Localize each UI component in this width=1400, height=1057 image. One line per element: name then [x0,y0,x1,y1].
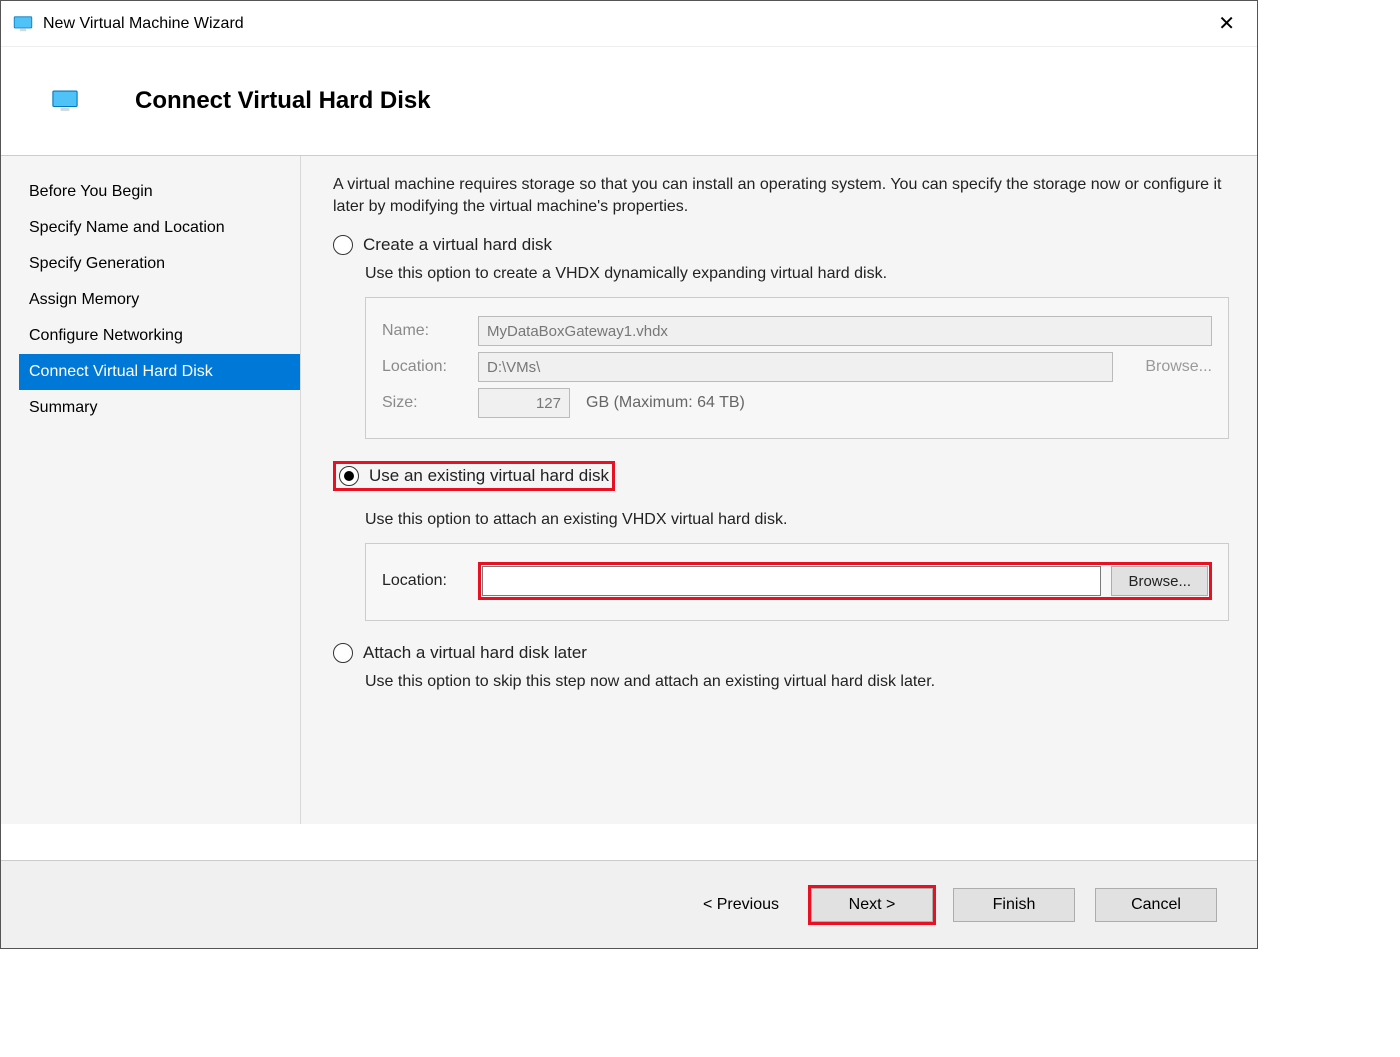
option-create-desc: Use this option to create a VHDX dynamic… [365,265,1229,283]
option-existing-desc: Use this option to attach an existing VH… [365,511,1229,529]
next-button[interactable]: Next > [811,888,933,922]
create-browse-button: Browse... [1145,358,1212,376]
page-title: Connect Virtual Hard Disk [135,87,431,115]
finish-button[interactable]: Finish [953,888,1075,922]
option-later-desc: Use this option to skip this step now an… [365,673,1229,691]
step-summary[interactable]: Summary [19,390,300,426]
wizard-body: Before You Begin Specify Name and Locati… [1,156,1257,824]
create-name-input [478,316,1212,346]
step-specify-generation[interactable]: Specify Generation [19,246,300,282]
previous-button[interactable]: < Previous [691,890,791,920]
create-fields: Name: Location: Browse... Size: GB (Maxi… [365,297,1229,439]
create-location-input [478,352,1113,382]
step-specify-name-location[interactable]: Specify Name and Location [19,210,300,246]
step-assign-memory[interactable]: Assign Memory [19,282,300,318]
close-button[interactable]: ✕ [1208,7,1245,40]
titlebar: New Virtual Machine Wizard ✕ [1,1,1257,47]
wizard-header: Connect Virtual Hard Disk [1,47,1257,155]
step-configure-networking[interactable]: Configure Networking [19,318,300,354]
header-icon [51,90,79,112]
option-later-row[interactable]: Attach a virtual hard disk later [333,643,1229,663]
option-later-label: Attach a virtual hard disk later [363,643,587,663]
option-existing-label: Use an existing virtual hard disk [369,466,609,486]
step-connect-virtual-hard-disk[interactable]: Connect Virtual Hard Disk [19,354,300,390]
wizard-steps-sidebar: Before You Begin Specify Name and Locati… [1,156,301,824]
option-create-label: Create a virtual hard disk [363,235,552,255]
radio-create[interactable] [333,235,353,255]
existing-browse-button[interactable]: Browse... [1111,566,1208,596]
wizard-footer: < Previous Next > Finish Cancel [1,860,1257,948]
existing-location-label: Location: [382,572,468,590]
option-create-row[interactable]: Create a virtual hard disk [333,235,1229,255]
wizard-content: A virtual machine requires storage so th… [301,156,1257,824]
radio-use-existing[interactable] [339,466,359,486]
create-size-input [478,388,570,418]
intro-text: A virtual machine requires storage so th… [333,174,1229,217]
app-icon [13,16,33,32]
existing-location-input[interactable] [482,566,1101,596]
window-title: New Virtual Machine Wizard [43,15,1208,33]
create-size-label: Size: [382,394,468,412]
step-before-you-begin[interactable]: Before You Begin [19,174,300,210]
cancel-button[interactable]: Cancel [1095,888,1217,922]
create-size-suffix: GB (Maximum: 64 TB) [586,394,745,412]
existing-fields: Location: Browse... [365,543,1229,621]
radio-attach-later[interactable] [333,643,353,663]
create-name-label: Name: [382,322,468,340]
create-location-label: Location: [382,358,468,376]
